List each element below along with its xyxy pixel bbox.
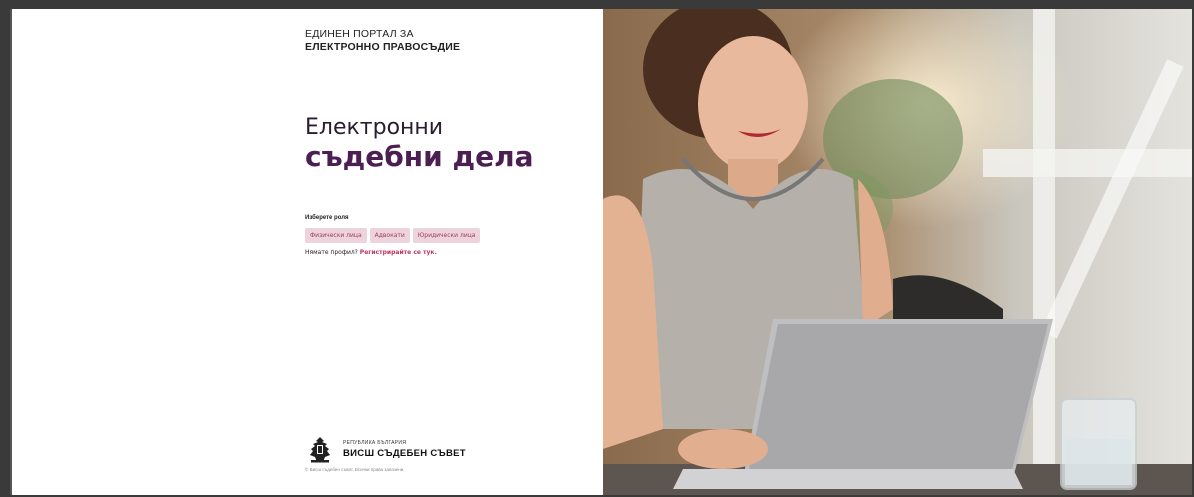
copyright-text: © Висш съдебен съвет. Всички права запаз… (305, 467, 405, 472)
headline-line1: Електронни (305, 115, 444, 140)
coat-of-arms-icon (310, 437, 330, 463)
role-button-legal-entities[interactable]: Юридически лица (412, 228, 481, 243)
page-headline: Електронни съдебни дела (305, 115, 534, 173)
headline-line2: съдебни дела (305, 140, 534, 173)
portal-title-line1: ЕДИНЕН ПОРТАЛ ЗА (305, 28, 414, 40)
role-button-lawyers[interactable]: Адвокати (369, 228, 410, 243)
role-buttons: Физически лица Адвокати Юридически лица (305, 228, 481, 243)
app-window: ЕДИНЕН ПОРТАЛ ЗА ЕЛЕКТРОННО ПРАВОСЪДИЕ Е… (12, 9, 1192, 495)
login-panel: ЕДИНЕН ПОРТАЛ ЗА ЕЛЕКТРОННО ПРАВОСЪДИЕ Е… (12, 9, 603, 495)
portal-title: ЕДИНЕН ПОРТАЛ ЗА ЕЛЕКТРОННО ПРАВОСЪДИЕ (305, 28, 460, 54)
no-profile-text: Нямате профил? (305, 249, 358, 256)
country-label: РЕПУБЛИКА БЪЛГАРИЯ (343, 440, 407, 446)
portal-title-line2: ЕЛЕКТРОННО ПРАВОСЪДИЕ (305, 41, 461, 53)
role-label: Изберете роля (305, 215, 349, 221)
register-link[interactable]: Регистрирайте се тук. (360, 249, 437, 256)
council-name: РЕПУБЛИКА БЪЛГАРИЯ ВИСШ СЪДЕБЕН СЪВЕТ (343, 440, 466, 459)
hero-image (603, 9, 1192, 495)
council-label: ВИСШ СЪДЕБЕН СЪВЕТ (343, 448, 466, 459)
no-profile-prompt: Нямате профил? Регистрирайте се тук. (305, 249, 437, 256)
hero-photo-woman-with-laptop (603, 9, 1192, 495)
role-button-individuals[interactable]: Физически лица (305, 228, 367, 243)
